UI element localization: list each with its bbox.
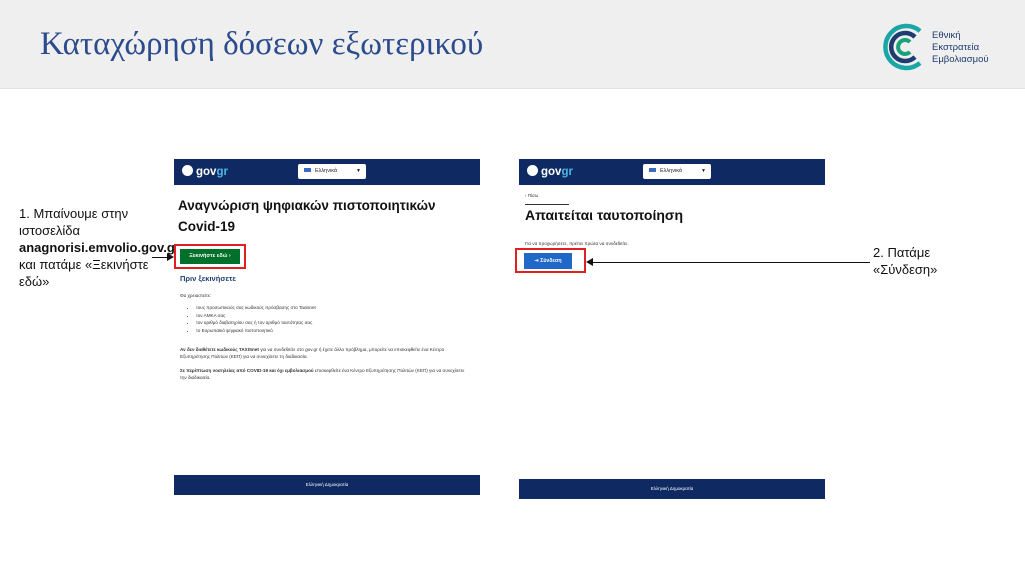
brand-suffix: gr [561, 166, 573, 178]
hospitalization-note: Σε περίπτωση νοσηλείας από COVID-19 και … [180, 367, 470, 381]
step1-instruction: 1. Μπαίνουμε στην ιστοσελίδα anagnorisi.… [19, 205, 180, 290]
note-bold: Σε περίπτωση νοσηλείας από COVID-19 και … [180, 368, 314, 373]
requirements-list: τους προσωπικούς σας κωδικούς πρόσβασης … [190, 304, 316, 335]
step2-instruction: 2. Πατάμε «Σύνδεση» [873, 245, 938, 277]
step1-text-a: 1. Μπαίνουμε στην ιστοσελίδα [19, 206, 129, 238]
slide-title: Καταχώρηση δόσεων εξωτερικού [40, 26, 484, 62]
page-heading: Απαιτείται ταυτοποίηση [525, 207, 684, 223]
arrow-step1-head [167, 253, 174, 261]
vaccination-campaign-logo-icon [883, 23, 922, 71]
back-link[interactable]: ‹ Πίσω [525, 193, 538, 198]
logo-wordmark: Εθνική Εκστρατεία Εμβολιασμού [932, 30, 989, 66]
flag-icon [649, 168, 656, 172]
page-footer: Ελληνική Δημοκρατία [519, 479, 825, 499]
govgr-logo[interactable]: govgr [527, 165, 573, 178]
login-instruction: Για να προχωρήσετε, πρέπει πρώτα να συνδ… [525, 241, 629, 246]
highlight-box [515, 248, 586, 273]
slide-header: Καταχώρηση δόσεων εξωτερικού Εθνική Εκστ… [0, 0, 1025, 89]
arrow-step2 [592, 262, 870, 263]
arrow-step2-head [586, 258, 593, 266]
govgr-header: govgr Ελληνικά ▼ [519, 159, 825, 185]
logo-line: Εθνική [932, 30, 961, 41]
brand-main: gov [196, 166, 217, 178]
logo-line: Εκστρατεία [932, 42, 980, 53]
highlight-box [174, 244, 246, 269]
step1-site: anagnorisi.emvolio.gov.gr [19, 240, 180, 255]
emblem-icon [527, 165, 538, 176]
list-item: τον αριθμό διαβατηρίου σας ή τον αριθμό … [196, 319, 316, 327]
chevron-down-icon: ▼ [701, 168, 706, 174]
flag-icon [304, 168, 311, 172]
divider [525, 204, 569, 205]
govgr-header: govgr Ελληνικά ▼ [174, 159, 480, 185]
campaign-logo: Εθνική Εκστρατεία Εμβολιασμού [880, 22, 1020, 78]
list-item: το Ευρωπαϊκό ψηφιακό πιστοποιητικό [196, 327, 316, 335]
need-label: Θα χρειαστείτε: [180, 293, 212, 298]
step1-text-b: και πατάμε «Ξεκινήστε εδώ» [19, 257, 149, 289]
chevron-down-icon: ▼ [356, 168, 361, 174]
taxisnet-note: Αν δεν διαθέτετε κωδικούς TAXISnet για ν… [180, 346, 470, 360]
list-item: τους προσωπικούς σας κωδικούς πρόσβασης … [196, 304, 316, 312]
arrow-step1 [152, 257, 167, 258]
logo-line: Εμβολιασμού [932, 54, 989, 65]
brand-main: gov [541, 166, 562, 178]
page-heading: Αναγνώριση ψηφιακών πιστοποιητικών Covid… [178, 198, 436, 234]
list-item: τον ΑΜΚΑ σας [196, 312, 316, 320]
page-footer: Ελληνική Δημοκρατία [174, 475, 480, 495]
screenshot-auth-page: govgr Ελληνικά ▼ ‹ Πίσω Απαιτείται ταυτοπ… [515, 159, 825, 499]
emblem-icon [182, 165, 193, 176]
note-bold: Αν δεν διαθέτετε κωδικούς TAXISnet [180, 347, 259, 352]
language-value: Ελληνικά [315, 168, 338, 174]
language-value: Ελληνικά [660, 168, 683, 174]
language-select[interactable]: Ελληνικά ▼ [643, 164, 711, 179]
brand-suffix: gr [216, 166, 228, 178]
before-start-heading: Πριν ξεκινήσετε [180, 274, 236, 283]
language-select[interactable]: Ελληνικά ▼ [298, 164, 366, 179]
govgr-logo[interactable]: govgr [182, 165, 228, 178]
screenshot-start-page: govgr Ελληνικά ▼ Αναγνώριση ψηφιακών πιστ… [174, 159, 480, 495]
